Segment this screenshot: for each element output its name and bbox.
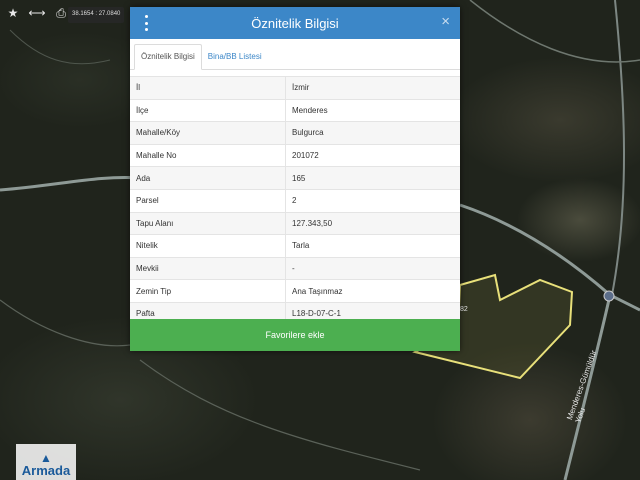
armada-logo: ▲ Armada [16, 444, 76, 480]
row-key: Parsel [130, 188, 286, 213]
star-icon[interactable]: ★ [4, 4, 22, 22]
road-west [0, 176, 141, 192]
table-row: Ada 165 [130, 166, 460, 190]
row-value: Ana Taşınmaz [285, 279, 460, 303]
row-value: Tarla [285, 234, 460, 258]
tab-attribute-info[interactable]: Öznitelik Bilgisi [134, 44, 202, 70]
row-value: 201072 [285, 143, 460, 167]
row-value: 165 [285, 166, 460, 190]
row-value: - [285, 256, 460, 280]
add-to-favorites-button[interactable]: Favorilere ekle [130, 319, 460, 351]
row-value: 127.343,50 [285, 211, 460, 235]
panel-tabs: Öznitelik Bilgisi Bina/BB Listesi [130, 43, 460, 70]
track-2 [0, 299, 131, 347]
row-key: Tapu Alanı [130, 211, 286, 235]
attribute-panel: Öznitelik Bilgisi × Öznitelik Bilgisi Bi… [130, 7, 460, 351]
arrows-horizontal-icon[interactable]: ⟷ [28, 4, 46, 22]
road-north [611, 0, 625, 296]
table-row: Mevkii - [130, 256, 460, 280]
table-row: İl İzmir [130, 76, 460, 100]
map-badge: 82 [460, 306, 468, 313]
coordinate-readout: 38.1654 : 27.0840 [68, 7, 125, 23]
row-key: Ada [130, 166, 286, 190]
track-3 [139, 359, 421, 471]
row-key: Mahalle No [130, 143, 286, 167]
row-key: İl [130, 76, 286, 100]
row-key: Zemin Tip [130, 279, 286, 303]
row-value: 2 [285, 188, 460, 213]
row-key: Mevkii [130, 256, 286, 280]
table-row: Nitelik Tarla [130, 234, 460, 258]
menu-icon[interactable] [142, 15, 150, 31]
road-marker-icon [603, 290, 615, 302]
logo-text: Armada [21, 463, 71, 478]
table-row: Parsel 2 [130, 188, 460, 213]
table-row: İlçe Menderes [130, 98, 460, 122]
table-row: Zemin Tip Ana Taşınmaz [130, 279, 460, 303]
table-row: Mahalle No 201072 [130, 143, 460, 167]
row-key: Nitelik [130, 234, 286, 258]
table-row: Mahalle/Köy Bulgurca [130, 121, 460, 145]
row-value: İzmir [285, 76, 460, 100]
track-4 [9, 29, 111, 65]
attribute-table: İl İzmir İlçe Menderes Mahalle/Köy Bulgurca… [130, 76, 460, 325]
tab-building-list[interactable]: Bina/BB Listesi [202, 45, 268, 69]
panel-title: Öznitelik Bilgisi [251, 15, 339, 31]
close-icon[interactable]: × [441, 14, 450, 30]
row-key: Mahalle/Köy [130, 121, 286, 145]
track-1 [469, 0, 640, 63]
table-row: Tapu Alanı 127.343,50 [130, 211, 460, 235]
logo-mark-icon: ▲ [40, 451, 52, 465]
row-value: Bulgurca [285, 121, 460, 145]
row-key: İlçe [130, 98, 286, 122]
row-value: Menderes [285, 98, 460, 122]
panel-header: Öznitelik Bilgisi × [130, 7, 460, 39]
